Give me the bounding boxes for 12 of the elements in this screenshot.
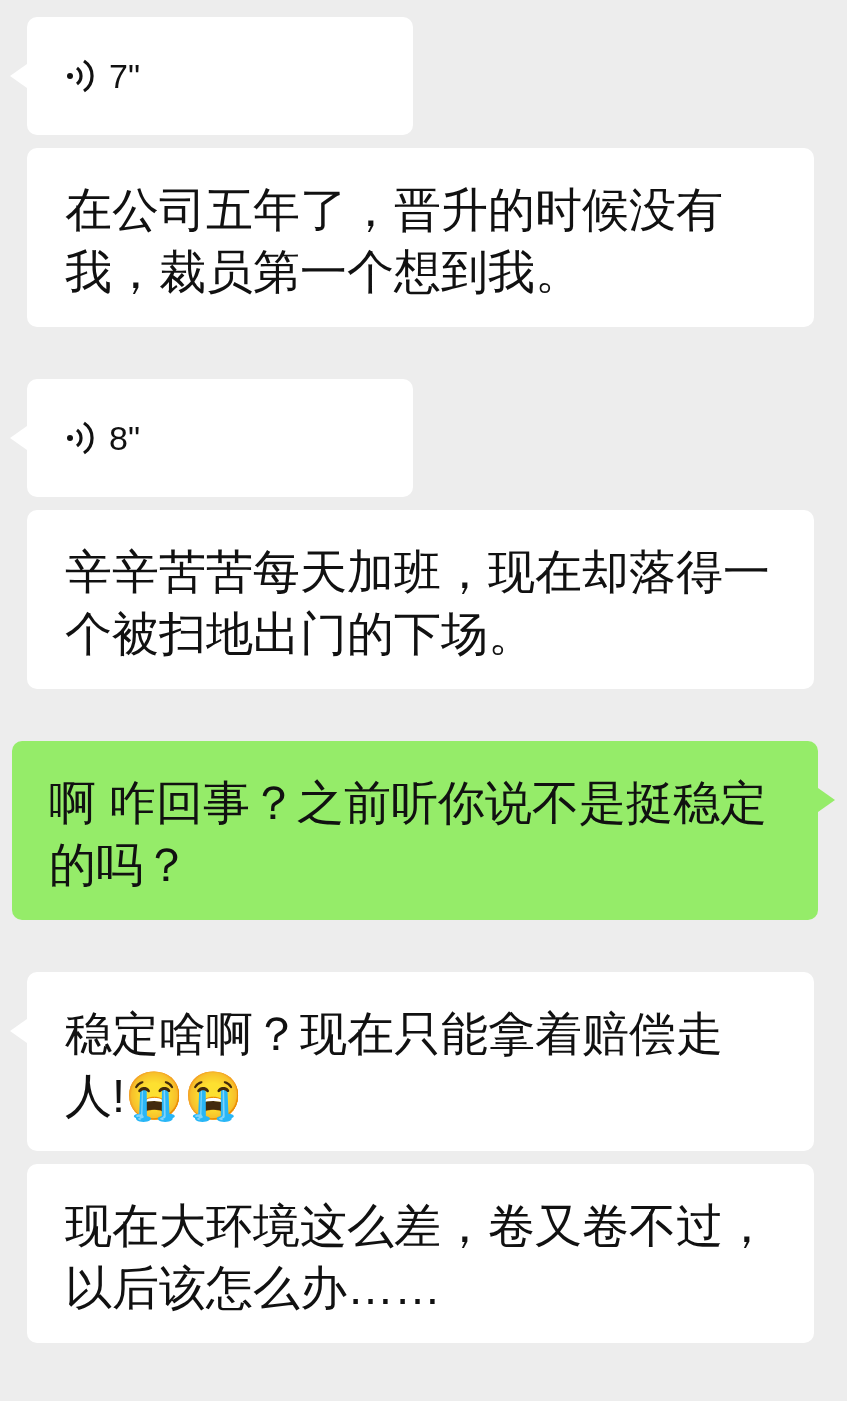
message-bubble: 现在大环境这么差，卷又卷不过，以后该怎么办…… (27, 1164, 814, 1343)
message-bubble: 稳定啥啊？现在只能拿着赔偿走人!😭😭 (27, 972, 814, 1151)
voice-icon (65, 420, 95, 456)
voice-message-bubble[interactable]: 8" (27, 379, 413, 497)
voice-icon (65, 58, 95, 94)
message-bubble: 辛辛苦苦每天加班，现在却落得一个被扫地出门的下场。 (27, 510, 814, 689)
message-bubble: 啊 咋回事？之前听你说不是挺稳定的吗？ (12, 741, 818, 920)
voice-duration: 8" (109, 418, 140, 459)
voice-message-bubble[interactable]: 7" (27, 17, 413, 135)
voice-duration: 7" (109, 56, 140, 97)
message-bubble: 在公司五年了，晋升的时候没有我，裁员第一个想到我。 (27, 148, 814, 327)
bubble-tail (818, 788, 835, 812)
